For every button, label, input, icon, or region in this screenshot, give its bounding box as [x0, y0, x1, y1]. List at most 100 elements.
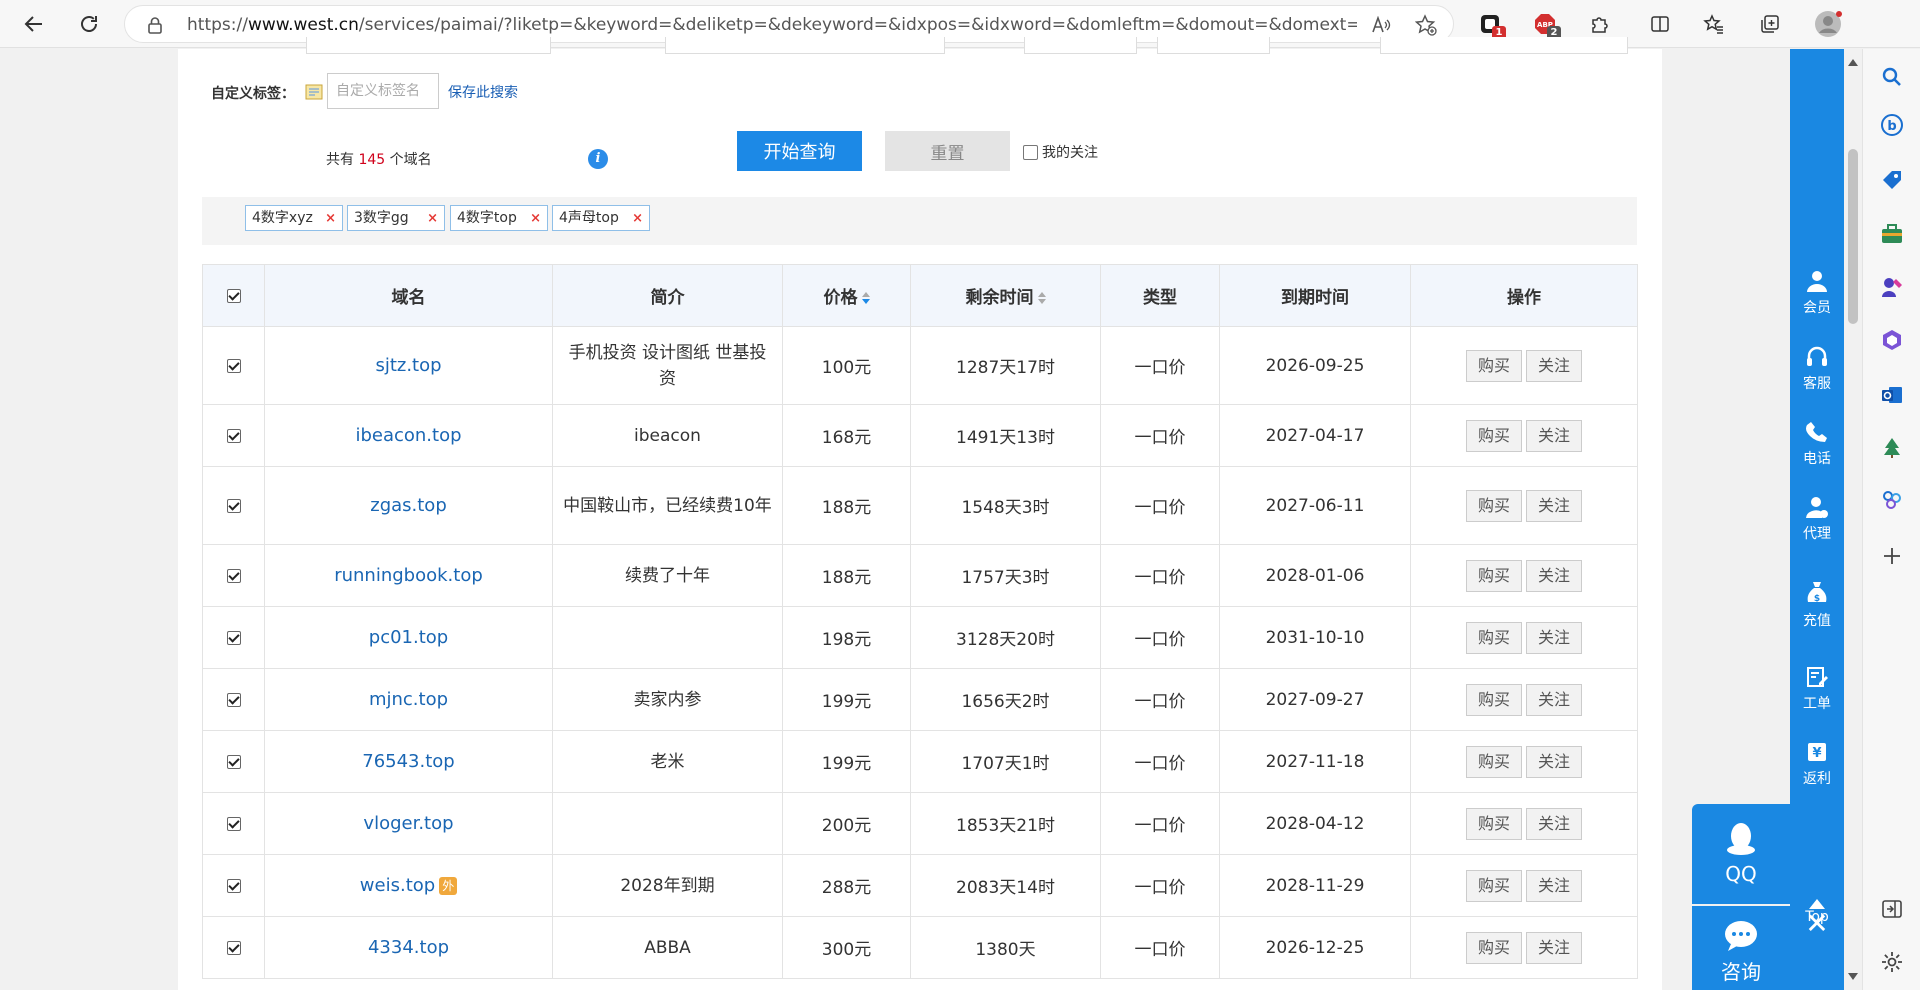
buy-button[interactable]: 购买 [1466, 931, 1522, 964]
row-checkbox[interactable] [226, 816, 241, 831]
domain-link[interactable]: runningbook.top [334, 565, 483, 586]
row-checkbox[interactable] [226, 568, 241, 583]
back-button[interactable] [16, 6, 52, 42]
row-checkbox[interactable] [226, 428, 241, 443]
side-service[interactable]: 客服 [1790, 337, 1844, 407]
follow-button[interactable]: 关注 [1526, 745, 1582, 778]
custom-tag-input[interactable] [327, 73, 439, 109]
follow-button[interactable]: 关注 [1526, 419, 1582, 452]
favorite-add-icon[interactable] [1415, 14, 1437, 36]
extension-1-icon[interactable]: 1 [1474, 8, 1506, 40]
add-icon[interactable] [1879, 543, 1905, 569]
close-icon[interactable]: × [325, 206, 336, 232]
headset-icon [1807, 346, 1827, 366]
buy-button[interactable]: 购买 [1466, 349, 1522, 382]
side-agent[interactable]: 代理 [1790, 487, 1844, 557]
buy-button[interactable]: 购买 [1466, 869, 1522, 902]
extensions-puzzle-icon[interactable] [1584, 8, 1616, 40]
read-aloud-icon[interactable] [1370, 14, 1392, 36]
network-icon[interactable] [1879, 487, 1905, 513]
follow-button[interactable]: 关注 [1526, 931, 1582, 964]
scroll-thumb[interactable] [1848, 149, 1858, 324]
header-price[interactable]: 价格 [782, 264, 911, 327]
scroll-down-arrow-icon[interactable] [1848, 973, 1858, 980]
reset-button[interactable]: 重置 [885, 131, 1010, 171]
follow-button[interactable]: 关注 [1526, 869, 1582, 902]
sidebar-toggle-icon[interactable] [1879, 896, 1905, 922]
sort-icon[interactable] [1037, 292, 1046, 304]
row-checkbox[interactable] [226, 754, 241, 769]
buy-button[interactable]: 购买 [1466, 745, 1522, 778]
search-button[interactable]: 开始查询 [737, 131, 862, 171]
shopping-tag-icon[interactable] [1879, 167, 1905, 193]
buy-button[interactable]: 购买 [1466, 489, 1522, 522]
row-checkbox[interactable] [226, 498, 241, 513]
row-checkbox[interactable] [226, 940, 241, 955]
close-icon[interactable]: × [530, 206, 541, 232]
outlook-icon[interactable] [1879, 382, 1905, 408]
qq-contact-button[interactable]: QQ [1692, 804, 1790, 904]
domain-link[interactable]: ibeacon.top [355, 425, 461, 446]
bing-copilot-icon[interactable]: b [1879, 112, 1905, 138]
domain-link[interactable]: 76543.top [362, 751, 454, 772]
my-follow-toggle[interactable]: 我的关注 [1023, 142, 1098, 162]
domain-desc: 2028年到期 [552, 854, 783, 917]
domain-link[interactable]: pc01.top [369, 627, 448, 648]
buy-button[interactable]: 购买 [1466, 621, 1522, 654]
filter-tag[interactable]: 3数字gg × [347, 205, 445, 231]
info-icon[interactable]: i [588, 149, 608, 169]
sort-icon[interactable] [861, 292, 870, 304]
buy-button[interactable]: 购买 [1466, 419, 1522, 452]
domain-link[interactable]: vloger.top [363, 813, 453, 834]
microsoft-365-icon[interactable] [1879, 327, 1905, 353]
buy-button[interactable]: 购买 [1466, 807, 1522, 840]
tools-briefcase-icon[interactable] [1879, 221, 1905, 247]
refresh-button[interactable] [71, 6, 107, 42]
follow-button[interactable]: 关注 [1526, 349, 1582, 382]
side-ticket[interactable]: 工单 [1790, 657, 1844, 727]
buy-button[interactable]: 购买 [1466, 683, 1522, 716]
select-all-checkbox[interactable] [226, 288, 241, 303]
select-all-header[interactable] [202, 264, 265, 327]
follow-button[interactable]: 关注 [1526, 489, 1582, 522]
filter-tag[interactable]: 4声母top × [552, 205, 650, 231]
filter-tag[interactable]: 4数字xyz × [245, 205, 343, 231]
settings-gear-icon[interactable] [1879, 949, 1905, 975]
adblock-icon[interactable]: ABP 2 [1529, 8, 1561, 40]
follow-button[interactable]: 关注 [1526, 683, 1582, 716]
side-phone[interactable]: 电话 [1790, 412, 1844, 482]
close-icon[interactable]: × [427, 206, 438, 232]
side-recharge[interactable]: $ 充值 [1790, 572, 1844, 642]
follow-button[interactable]: 关注 [1526, 807, 1582, 840]
row-checkbox[interactable] [226, 692, 241, 707]
page-scrollbar[interactable] [1844, 49, 1862, 990]
domain-link[interactable]: 4334.top [368, 937, 449, 958]
close-icon[interactable]: × [632, 206, 643, 232]
tree-icon[interactable] [1879, 435, 1905, 461]
row-checkbox[interactable] [226, 630, 241, 645]
header-remaining[interactable]: 剩余时间 [910, 264, 1101, 327]
profile-avatar[interactable] [1812, 8, 1844, 40]
side-rebate[interactable]: ¥ 返利 [1790, 732, 1844, 802]
save-search-link[interactable]: 保存此搜索 [448, 82, 518, 102]
my-follow-checkbox[interactable] [1023, 144, 1038, 160]
collections-icon[interactable] [1754, 8, 1786, 40]
close-toolbar-icon[interactable]: ✕ [1790, 904, 1844, 944]
favorites-icon[interactable] [1698, 8, 1730, 40]
row-checkbox[interactable] [226, 358, 241, 373]
follow-button[interactable]: 关注 [1526, 621, 1582, 654]
split-screen-icon[interactable] [1644, 8, 1676, 40]
consult-button[interactable]: 咨询 [1692, 906, 1790, 990]
buy-button[interactable]: 购买 [1466, 559, 1522, 592]
side-member[interactable]: 会员 [1790, 261, 1844, 331]
filter-tag[interactable]: 4数字top × [450, 205, 548, 231]
follow-button[interactable]: 关注 [1526, 559, 1582, 592]
search-icon[interactable] [1879, 64, 1905, 90]
scroll-up-arrow-icon[interactable] [1848, 59, 1858, 66]
row-checkbox[interactable] [226, 878, 241, 893]
domain-link[interactable]: zgas.top [370, 495, 447, 516]
games-icon[interactable] [1879, 274, 1905, 300]
domain-link[interactable]: weis.top [360, 875, 435, 896]
domain-link[interactable]: mjnc.top [369, 689, 448, 710]
domain-link[interactable]: sjtz.top [375, 355, 441, 376]
